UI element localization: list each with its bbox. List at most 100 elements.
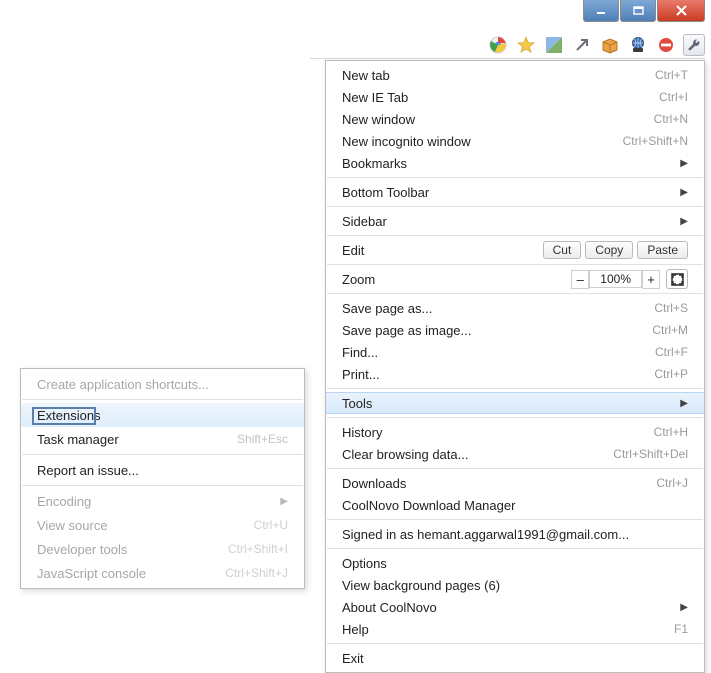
menu-separator xyxy=(327,206,703,207)
submenu-label: Create application shortcuts... xyxy=(37,377,288,392)
shortcut: Ctrl+N xyxy=(654,112,688,126)
menu-label: New incognito window xyxy=(342,134,623,149)
menu-label: CoolNovo Download Manager xyxy=(342,498,688,513)
menu-label: Save page as image... xyxy=(342,323,652,338)
submenu-report-issue[interactable]: Report an issue... xyxy=(21,458,304,482)
menu-about[interactable]: About CoolNovo ▶ xyxy=(326,596,704,618)
chrome-icon[interactable] xyxy=(487,34,509,56)
toolbar-separator xyxy=(310,58,705,59)
menu-separator xyxy=(22,454,303,455)
flag-icon[interactable] xyxy=(543,34,565,56)
menu-separator xyxy=(327,235,703,236)
submenu-arrow-icon: ▶ xyxy=(280,496,288,507)
shortcut: Ctrl+S xyxy=(654,301,688,315)
menu-print[interactable]: Print...Ctrl+P xyxy=(326,363,704,385)
menu-label: Find... xyxy=(342,345,655,360)
menu-label: History xyxy=(342,425,654,440)
submenu-label: Encoding xyxy=(37,494,280,509)
shortcut: Ctrl+Shift+J xyxy=(225,566,288,580)
menu-clear-data[interactable]: Clear browsing data...Ctrl+Shift+Del xyxy=(326,443,704,465)
menu-separator xyxy=(327,468,703,469)
menu-label: Signed in as hemant.aggarwal1991@gmail.c… xyxy=(342,527,688,542)
menu-separator xyxy=(22,485,303,486)
shortcut: Ctrl+J xyxy=(656,476,688,490)
cut-button[interactable]: Cut xyxy=(543,241,582,259)
menu-new-window[interactable]: New windowCtrl+N xyxy=(326,108,704,130)
menu-signed-in[interactable]: Signed in as hemant.aggarwal1991@gmail.c… xyxy=(326,523,704,545)
globe-icon[interactable] xyxy=(627,34,649,56)
menu-label: Help xyxy=(342,622,674,637)
zoom-out-button[interactable]: – xyxy=(571,270,589,289)
menu-separator xyxy=(327,548,703,549)
menu-bottom-toolbar[interactable]: Bottom Toolbar▶ xyxy=(326,181,704,203)
submenu-create-shortcut: Create application shortcuts... xyxy=(21,372,304,396)
menu-label: View background pages (6) xyxy=(342,578,688,593)
submenu-view-source[interactable]: View sourceCtrl+U xyxy=(21,513,304,537)
menu-new-incognito[interactable]: New incognito windowCtrl+Shift+N xyxy=(326,130,704,152)
submenu-label: View source xyxy=(37,518,254,533)
submenu-label: Developer tools xyxy=(37,542,228,557)
block-icon[interactable] xyxy=(655,34,677,56)
menu-options[interactable]: Options xyxy=(326,552,704,574)
menu-sidebar[interactable]: Sidebar ▶ xyxy=(326,210,704,232)
submenu-label: JavaScript console xyxy=(37,566,225,581)
submenu-js-console[interactable]: JavaScript consoleCtrl+Shift+J xyxy=(21,561,304,585)
shortcut: Ctrl+Shift+N xyxy=(623,134,688,148)
menu-label: Tools xyxy=(342,396,672,411)
menu-bookmarks[interactable]: Bookmarks▶ xyxy=(326,152,704,174)
shortcut: Shift+Esc xyxy=(237,432,288,446)
menu-tools[interactable]: Tools▶ xyxy=(326,392,704,414)
tools-submenu: Create application shortcuts... Extensio… xyxy=(20,368,305,589)
paste-button[interactable]: Paste xyxy=(637,241,688,259)
menu-separator xyxy=(327,264,703,265)
shortcut: Ctrl+H xyxy=(654,425,688,439)
copy-button[interactable]: Copy xyxy=(585,241,633,259)
shortcut: Ctrl+F xyxy=(655,345,688,359)
diag-arrow-icon[interactable] xyxy=(571,34,593,56)
menu-save-image[interactable]: Save page as image...Ctrl+M xyxy=(326,319,704,341)
menu-downloads[interactable]: DownloadsCtrl+J xyxy=(326,472,704,494)
wrench-icon[interactable] xyxy=(683,34,705,56)
menu-exit[interactable]: Exit xyxy=(326,647,704,669)
shortcut: Ctrl+P xyxy=(654,367,688,381)
submenu-dev-tools[interactable]: Developer toolsCtrl+Shift+I xyxy=(21,537,304,561)
menu-separator xyxy=(327,519,703,520)
menu-separator xyxy=(22,399,303,400)
zoom-value: 100% xyxy=(589,270,642,288)
menu-label: New IE Tab xyxy=(342,90,659,105)
shortcut: Ctrl+Shift+I xyxy=(228,542,288,556)
close-button[interactable] xyxy=(657,0,705,22)
submenu-task-manager[interactable]: Task managerShift+Esc xyxy=(21,427,304,451)
menu-save-page[interactable]: Save page as...Ctrl+S xyxy=(326,297,704,319)
menu-label: About CoolNovo xyxy=(342,600,672,615)
menu-label: Sidebar xyxy=(342,214,672,229)
submenu-label: Task manager xyxy=(37,432,237,447)
selection-highlight xyxy=(32,407,96,425)
fullscreen-button[interactable] xyxy=(666,269,688,289)
menu-background-pages[interactable]: View background pages (6) xyxy=(326,574,704,596)
menu-new-tab[interactable]: New tabCtrl+T xyxy=(326,64,704,86)
shortcut: Ctrl+I xyxy=(659,90,688,104)
submenu-arrow-icon: ▶ xyxy=(680,602,688,613)
shortcut: Ctrl+U xyxy=(254,518,288,532)
minimize-button[interactable] xyxy=(583,0,619,22)
star-icon[interactable] xyxy=(515,34,537,56)
shortcut: Ctrl+T xyxy=(655,68,688,82)
menu-label: New tab xyxy=(342,68,655,83)
menu-label: Options xyxy=(342,556,688,571)
menu-history[interactable]: HistoryCtrl+H xyxy=(326,421,704,443)
submenu-encoding[interactable]: Encoding▶ xyxy=(21,489,304,513)
menu-find[interactable]: Find...Ctrl+F xyxy=(326,341,704,363)
menu-label: Clear browsing data... xyxy=(342,447,613,462)
menu-label: Print... xyxy=(342,367,654,382)
menu-label: New window xyxy=(342,112,654,127)
zoom-in-button[interactable]: + xyxy=(642,270,660,289)
menu-download-manager[interactable]: CoolNovo Download Manager xyxy=(326,494,704,516)
shortcut: Ctrl+M xyxy=(652,323,688,337)
menu-new-ie-tab[interactable]: New IE TabCtrl+I xyxy=(326,86,704,108)
submenu-arrow-icon: ▶ xyxy=(680,216,688,227)
submenu-label: Report an issue... xyxy=(37,463,288,478)
menu-help[interactable]: HelpF1 xyxy=(326,618,704,640)
maximize-button[interactable] xyxy=(620,0,656,22)
box-icon[interactable] xyxy=(599,34,621,56)
